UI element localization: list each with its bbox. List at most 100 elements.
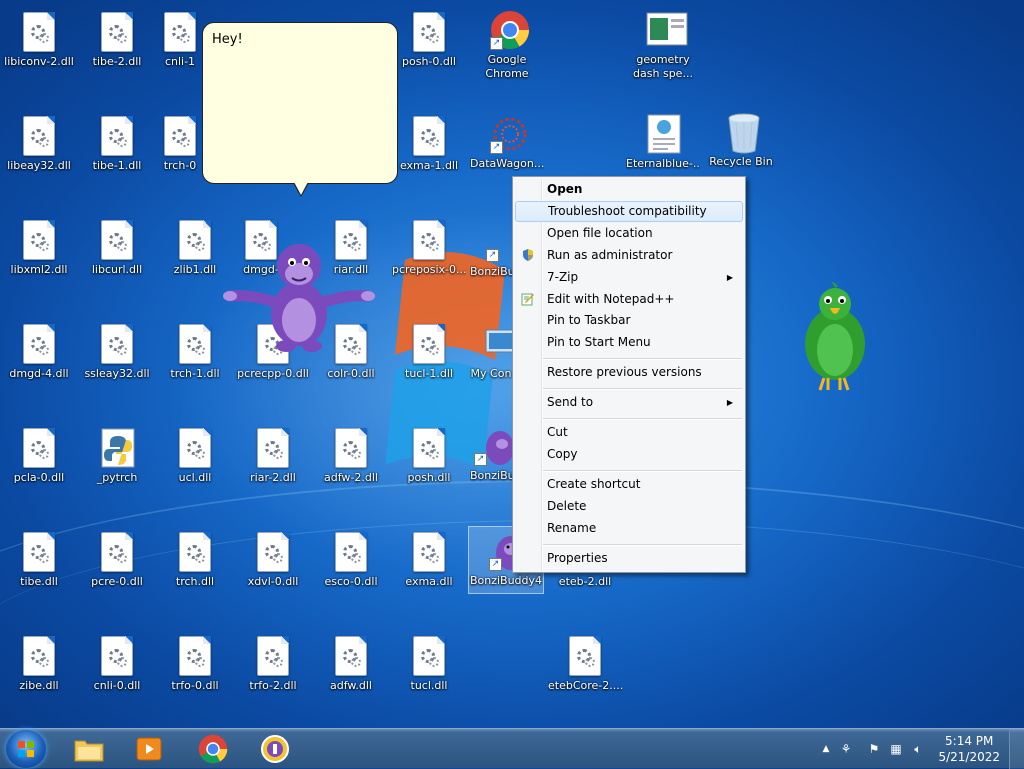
show-desktop-button[interactable] [1009,729,1024,769]
file-icon[interactable]: adfw-2.dll [314,428,388,485]
file-icon[interactable]: etebCore-2.... [548,636,622,693]
taskbar-app-button[interactable] [248,732,302,766]
menu-item-edit-with-notepadpp[interactable]: Edit with Notepad++ [515,289,743,310]
icon-label: BonziBu [470,469,512,482]
file-icon[interactable]: xdvl-0.dll [236,532,310,589]
bonzi-gorilla-character[interactable] [222,236,376,354]
icon-label: exma-1.dll [399,159,459,172]
taskbar-explorer-button[interactable] [62,732,116,766]
file-icon[interactable]: libxml2.dll [2,220,76,277]
dll-file-icon [101,220,133,260]
menu-item-create-shortcut[interactable]: Create shortcut [515,474,743,495]
file-icon[interactable]: cnli-0.dll [80,636,154,693]
context-menu[interactable]: Open Troubleshoot compatibility Open fil… [512,176,746,573]
icon-label: riar-2.dll [250,471,296,484]
dll-file-icon [179,324,211,364]
taskbar-chrome-button[interactable] [186,732,240,766]
file-icon[interactable]: trfo-2.dll [236,636,310,693]
menu-item-cut[interactable]: Cut [515,422,743,443]
icon-label: posh.dll [407,471,451,484]
menu-item-delete[interactable]: Delete [515,496,743,517]
menu-item-pin-to-start-menu[interactable]: Pin to Start Menu [515,332,743,353]
file-icon[interactable]: pcreposix-0... [392,220,466,277]
volume-icon[interactable]: 🔈︎ [910,741,926,757]
file-icon[interactable]: ucl.dll [158,428,232,485]
dll-file-icon [413,428,445,468]
icon-label: Eternalblue-... [626,157,700,170]
file-icon[interactable]: _pytrch [80,428,154,485]
file-icon[interactable]: libiconv-2.dll [2,12,76,69]
dll-file-icon [101,636,133,676]
datawagon-shortcut[interactable]: ↗ DataWagon... [470,114,544,171]
menu-item-label: Run as administrator [547,248,673,262]
taskbar-media-player-button[interactable] [122,732,176,766]
menu-item-troubleshoot-compatibility[interactable]: Troubleshoot compatibility [515,201,743,222]
menu-item-pin-to-taskbar[interactable]: Pin to Taskbar [515,310,743,331]
file-icon[interactable]: trch-0 [158,116,202,173]
menu-item-properties[interactable]: Properties [515,548,743,569]
desktop[interactable]: libiconv-2.dll tibe-2.dll cnli-1 posh-0.… [0,0,1024,728]
icon-label: trfo-2.dll [249,679,297,692]
file-icon[interactable]: libcurl.dll [80,220,154,277]
file-icon[interactable]: zibe.dll [2,636,76,693]
file-icon[interactable]: tibe-1.dll [80,116,154,173]
file-icon[interactable]: dmgd-4.dll [2,324,76,381]
icon-label: ssleay32.dll [84,367,150,380]
dll-file-icon [179,220,211,260]
icon-label: geometry dash spe... [633,53,693,80]
menu-item-label: Restore previous versions [547,365,702,379]
menu-item-rename[interactable]: Rename [515,518,743,539]
file-icon[interactable]: tucl-1.dll [392,324,466,381]
dll-file-icon [101,116,133,156]
clock[interactable]: 5:14 PM 5/21/2022 [938,733,1000,765]
file-icon[interactable]: trfo-0.dll [158,636,232,693]
dll-file-icon [335,532,367,572]
start-button[interactable] [6,730,46,768]
file-icon[interactable]: ssleay32.dll [80,324,154,381]
icon-label: ucl.dll [178,471,212,484]
window-thumbnail-icon [646,12,688,46]
menu-item-7zip[interactable]: 7-Zip ▶ [515,267,743,288]
chrome-shortcut[interactable]: ↗ Google Chrome [470,10,544,81]
action-center-flag-icon[interactable]: ⚑ [866,741,882,757]
taskbar[interactable]: ▲ ⚘ ⚑ ▦ 🔈︎ 5:14 PM 5/21/2022 [0,728,1024,769]
green-parrot-character[interactable] [798,282,872,394]
menu-item-copy[interactable]: Copy [515,444,743,465]
file-icon[interactable]: posh.dll [392,428,466,485]
icon-label: cnli-0.dll [93,679,141,692]
show-hidden-icons-icon[interactable]: ▲ [818,741,834,757]
menu-item-open[interactable]: Open [515,179,743,200]
file-icon[interactable]: trch-1.dll [158,324,232,381]
file-icon[interactable]: adfw.dll [314,636,388,693]
recycle-bin[interactable]: Recycle Bin [704,112,778,169]
bonzibuddy-shortcut[interactable]: ↗ BonziBu [470,426,514,483]
file-icon[interactable]: trch.dll [158,532,232,589]
file-icon[interactable]: pcre-0.dll [80,532,154,589]
my-computer[interactable]: My Con [470,324,517,381]
file-icon[interactable]: exma-1.dll [392,116,466,173]
dll-file-icon [23,532,55,572]
file-icon[interactable]: posh-0.dll [392,12,466,69]
menu-item-restore-previous-versions[interactable]: Restore previous versions [515,362,743,383]
file-icon[interactable]: Eternalblue-... [626,114,700,171]
clock-time: 5:14 PM [945,734,994,748]
file-icon[interactable]: pcla-0.dll [2,428,76,485]
bonzibuddy-shortcut[interactable]: ↗ BonziBu [470,244,512,279]
file-icon[interactable]: libeay32.dll [2,116,76,173]
network-icon[interactable]: ▦ [888,741,904,757]
bonzi-tray-icon[interactable]: ⚘ [838,741,854,757]
file-icon[interactable]: exma.dll [392,532,466,589]
file-icon[interactable]: esco-0.dll [314,532,388,589]
file-icon[interactable]: zlib1.dll [158,220,232,277]
file-icon[interactable]: tibe-2.dll [80,12,154,69]
file-icon[interactable]: cnli-1 [158,12,202,69]
file-icon[interactable]: tucl.dll [392,636,466,693]
menu-item-send-to[interactable]: Send to ▶ [515,392,743,413]
file-icon[interactable]: riar-2.dll [236,428,310,485]
menu-item-run-as-administrator[interactable]: Run as administrator [515,245,743,266]
speech-bubble-text: Hey! [212,32,243,47]
file-icon[interactable]: tibe.dll [2,532,76,589]
menu-item-open-file-location[interactable]: Open file location [515,223,743,244]
dll-file-icon [101,324,133,364]
file-icon[interactable]: geometry dash spe... [626,10,700,81]
